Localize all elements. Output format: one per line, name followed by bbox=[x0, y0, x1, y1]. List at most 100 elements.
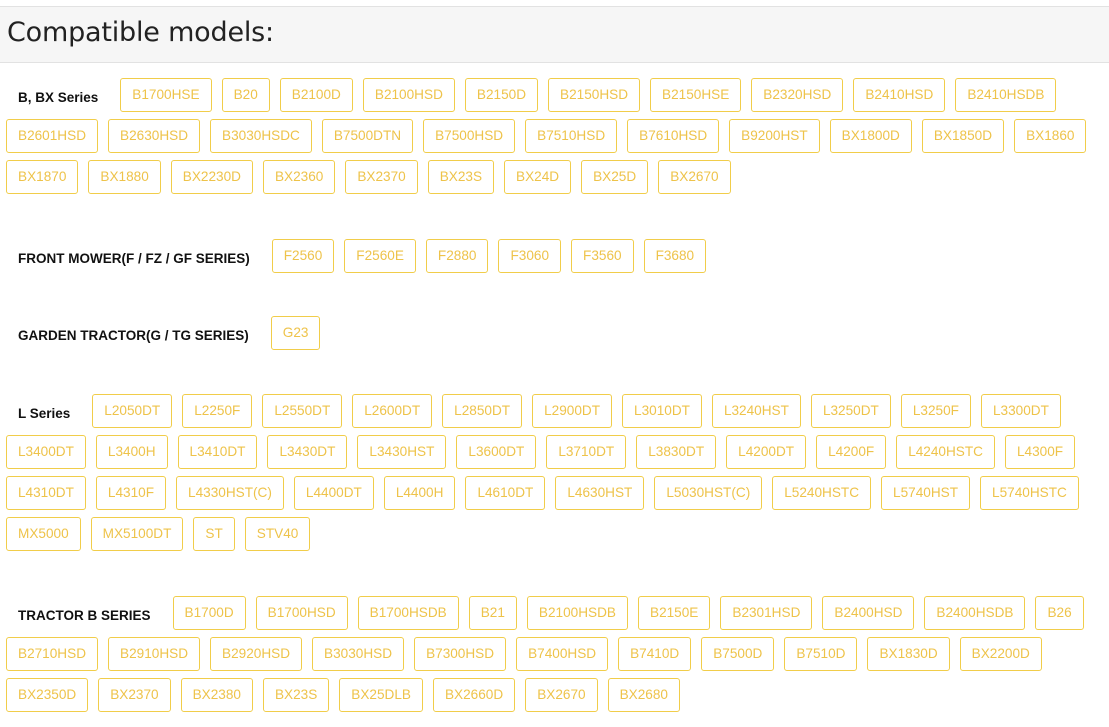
model-tag[interactable]: BX2230D bbox=[170, 160, 253, 194]
model-tag[interactable]: L4310DT bbox=[6, 476, 86, 510]
model-tag[interactable]: B2150HSE bbox=[650, 78, 742, 112]
model-tag[interactable]: MX5000 bbox=[6, 517, 81, 551]
model-tag[interactable]: B1700HSDB bbox=[357, 596, 459, 630]
model-tag[interactable]: B2400HSD bbox=[822, 596, 915, 630]
model-tag[interactable]: L3250F bbox=[900, 394, 971, 428]
model-tag[interactable]: BX2350D bbox=[6, 678, 89, 712]
model-tag[interactable]: L5030HST(C) bbox=[654, 476, 763, 510]
model-tag[interactable]: L4300F bbox=[1005, 435, 1076, 469]
model-tag[interactable]: B2710HSD bbox=[6, 637, 99, 671]
model-tag[interactable]: L2850DT bbox=[442, 394, 523, 428]
model-tag[interactable]: L3240HST bbox=[711, 394, 801, 428]
model-tag[interactable]: B7500HSD bbox=[423, 119, 516, 153]
model-tag[interactable]: L5740HSTC bbox=[980, 476, 1079, 510]
model-tag[interactable]: BX2680 bbox=[607, 678, 680, 712]
model-tag[interactable]: B1700HSD bbox=[255, 596, 348, 630]
model-tag[interactable]: L3250DT bbox=[810, 394, 891, 428]
model-tag[interactable]: B2301HSD bbox=[720, 596, 813, 630]
model-tag[interactable]: B2100D bbox=[279, 78, 353, 112]
model-tag[interactable]: B2100HSD bbox=[362, 78, 455, 112]
model-tag[interactable]: B2320HSD bbox=[751, 78, 844, 112]
model-tag[interactable]: B2150HSD bbox=[548, 78, 641, 112]
model-tag[interactable]: B2150D bbox=[464, 78, 539, 112]
model-tag[interactable]: L4310F bbox=[95, 476, 167, 510]
model-tag[interactable]: B2630HSD bbox=[108, 119, 201, 153]
model-tag[interactable]: B2410HSD bbox=[853, 78, 946, 112]
model-tag[interactable]: F2560E bbox=[344, 239, 416, 273]
model-tag[interactable]: B7500DTN bbox=[321, 119, 414, 153]
model-tag[interactable]: L2600DT bbox=[352, 394, 433, 428]
model-tag[interactable]: B7510HSD bbox=[525, 119, 618, 153]
model-tag[interactable]: BX2370 bbox=[345, 160, 418, 194]
model-tag[interactable]: L4200DT bbox=[726, 435, 807, 469]
model-tag[interactable]: L3710DT bbox=[546, 435, 627, 469]
model-tag[interactable]: B3030HSDC bbox=[210, 119, 312, 153]
model-tag[interactable]: L2900DT bbox=[532, 394, 613, 428]
model-tag[interactable]: F2560 bbox=[271, 239, 335, 273]
model-tag[interactable]: B26 bbox=[1035, 596, 1084, 630]
model-tag[interactable]: L3430DT bbox=[267, 435, 348, 469]
model-tag[interactable]: B7300HSD bbox=[414, 637, 507, 671]
model-tag[interactable]: BX2370 bbox=[98, 678, 171, 712]
model-tag[interactable]: L5240HSTC bbox=[772, 476, 872, 510]
model-tag[interactable]: MX5100DT bbox=[90, 517, 184, 551]
model-tag[interactable]: L2550DT bbox=[262, 394, 343, 428]
model-tag[interactable]: BX24D bbox=[504, 160, 572, 194]
model-tag[interactable]: B2400HSDB bbox=[924, 596, 1026, 630]
model-tag[interactable]: BX2660D bbox=[432, 678, 516, 712]
model-tag[interactable]: L3830DT bbox=[636, 435, 717, 469]
model-tag[interactable]: B2920HSD bbox=[210, 637, 303, 671]
model-tag[interactable]: B20 bbox=[221, 78, 270, 112]
model-tag[interactable]: L3010DT bbox=[622, 394, 702, 428]
model-tag[interactable]: L4610DT bbox=[465, 476, 546, 510]
model-tag[interactable]: B7400HSD bbox=[516, 637, 609, 671]
model-tag[interactable]: B1700D bbox=[172, 596, 246, 630]
model-tag[interactable]: B2150E bbox=[638, 596, 711, 630]
model-tag[interactable]: L4330HST(C) bbox=[176, 476, 284, 510]
model-tag[interactable]: B2100HSDB bbox=[526, 596, 628, 630]
model-tag[interactable]: L4400DT bbox=[293, 476, 374, 510]
model-tag[interactable]: F2880 bbox=[425, 239, 489, 273]
model-tag[interactable]: G23 bbox=[270, 316, 321, 350]
model-tag[interactable]: L5740HST bbox=[881, 476, 971, 510]
model-tag[interactable]: L4630HST bbox=[555, 476, 645, 510]
model-tag[interactable]: BX2360 bbox=[262, 160, 336, 194]
model-tag[interactable]: L2250F bbox=[182, 394, 253, 428]
model-tag[interactable]: BX23S bbox=[262, 678, 330, 712]
model-tag[interactable]: L2050DT bbox=[92, 394, 173, 428]
model-tag[interactable]: BX1800D bbox=[829, 119, 912, 153]
model-tag[interactable]: L4400H bbox=[383, 476, 456, 510]
model-tag[interactable]: BX2670 bbox=[658, 160, 731, 194]
model-tag[interactable]: L3600DT bbox=[456, 435, 537, 469]
model-tag[interactable]: L4200F bbox=[816, 435, 887, 469]
model-tag[interactable]: B3030HSD bbox=[312, 637, 405, 671]
model-tag[interactable]: B9200HST bbox=[729, 119, 820, 153]
model-tag[interactable]: F3060 bbox=[498, 239, 562, 273]
model-tag[interactable]: F3680 bbox=[643, 239, 707, 273]
model-tag[interactable]: L3400DT bbox=[6, 435, 86, 469]
model-tag[interactable]: B2910HSD bbox=[108, 637, 201, 671]
model-tag[interactable]: BX25D bbox=[581, 160, 649, 194]
model-tag[interactable]: L4240HSTC bbox=[896, 435, 995, 469]
model-tag[interactable]: B7610HSD bbox=[627, 119, 720, 153]
model-tag[interactable]: BX1870 bbox=[6, 160, 79, 194]
model-tag[interactable]: BX1850D bbox=[921, 119, 1005, 153]
model-tag[interactable]: B2601HSD bbox=[6, 119, 99, 153]
model-tag[interactable]: BX25DLB bbox=[339, 678, 423, 712]
model-tag[interactable]: B7410D bbox=[618, 637, 692, 671]
model-tag[interactable]: L3430HST bbox=[357, 435, 447, 469]
model-tag[interactable]: BX2200D bbox=[959, 637, 1042, 671]
model-tag[interactable]: L3400H bbox=[95, 435, 168, 469]
model-tag[interactable]: ST bbox=[193, 517, 235, 551]
model-tag[interactable]: B7500D bbox=[701, 637, 775, 671]
model-tag[interactable]: L3300DT bbox=[980, 394, 1061, 428]
model-tag[interactable]: B1700HSE bbox=[120, 78, 212, 112]
model-tag[interactable]: BX2670 bbox=[525, 678, 598, 712]
model-tag[interactable]: BX1860 bbox=[1014, 119, 1087, 153]
model-tag[interactable]: B7510D bbox=[784, 637, 858, 671]
model-tag[interactable]: BX23S bbox=[427, 160, 495, 194]
model-tag[interactable]: STV40 bbox=[244, 517, 311, 551]
model-tag[interactable]: F3560 bbox=[571, 239, 634, 273]
model-tag[interactable]: BX1880 bbox=[88, 160, 161, 194]
model-tag[interactable]: BX1830D bbox=[867, 637, 950, 671]
